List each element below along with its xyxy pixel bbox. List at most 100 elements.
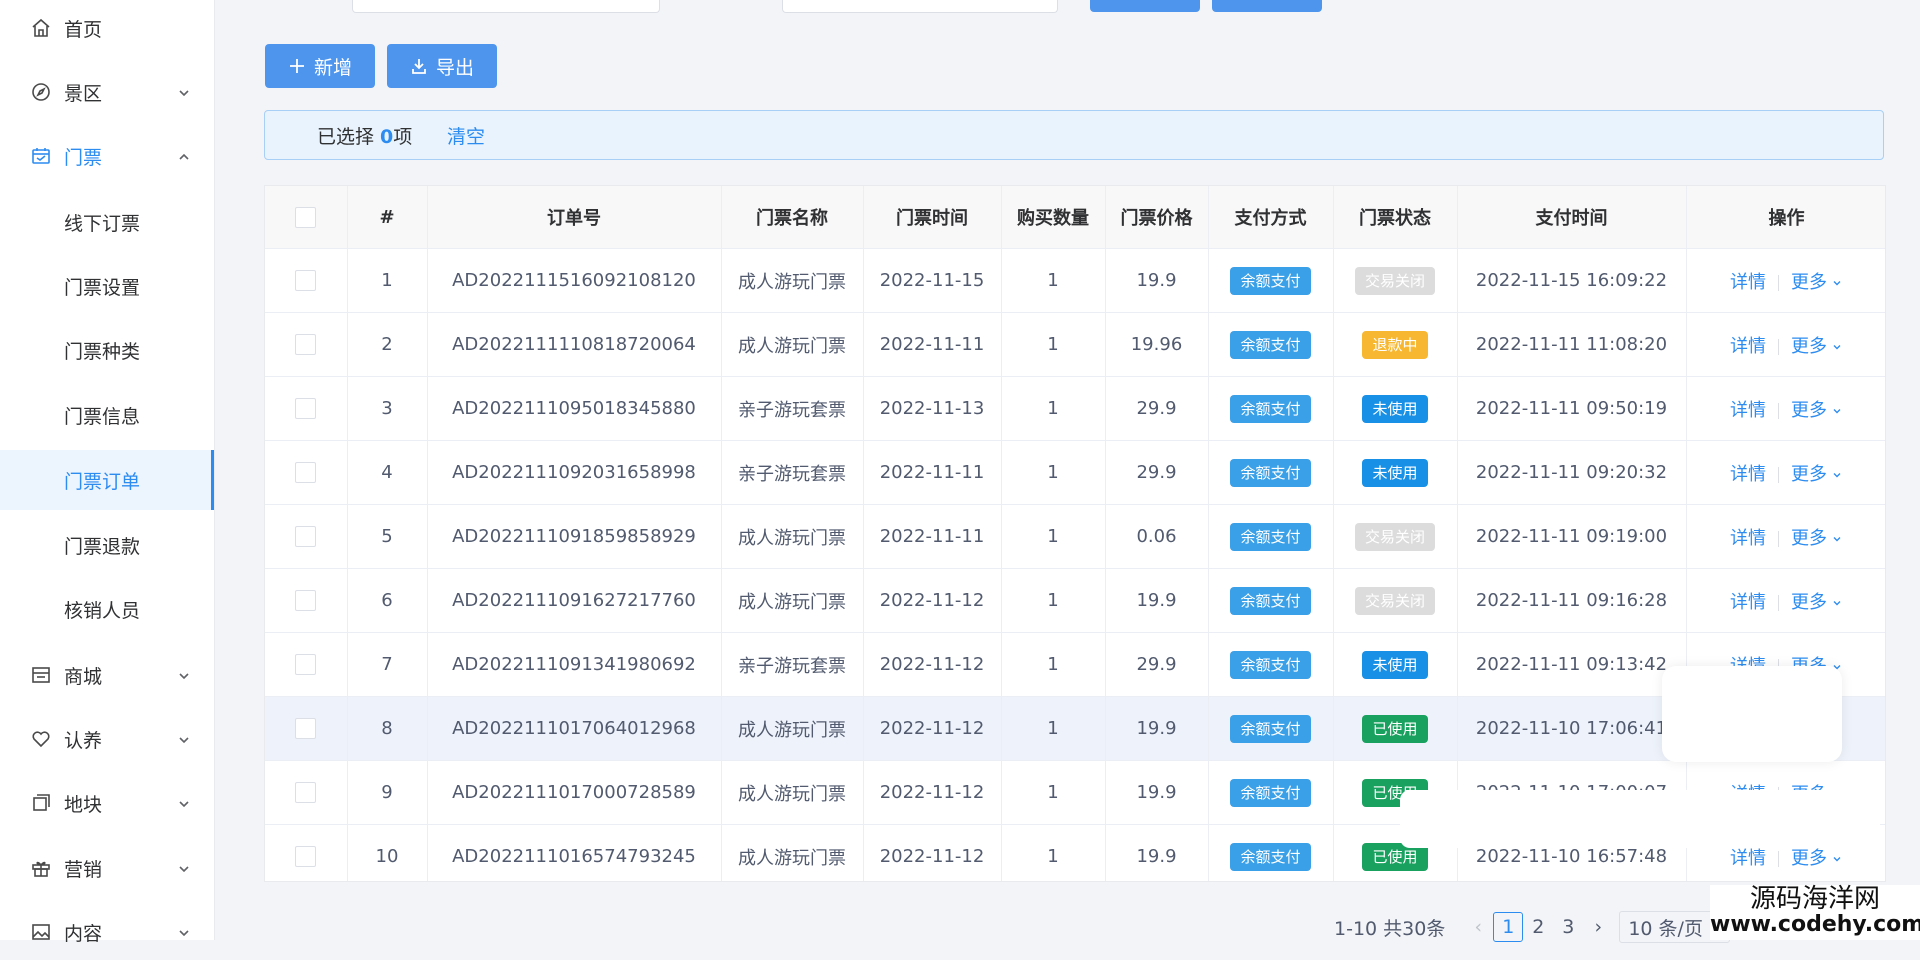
cell-name: 成人游玩门票 [721, 312, 864, 377]
sidebar-item-content[interactable]: 内容 [0, 904, 214, 960]
cell-op[interactable]: 详情 更多 [1686, 568, 1885, 633]
row-checkbox[interactable] [295, 590, 317, 612]
sidebar-subitem-ticket-refunds[interactable]: 门票退款 [0, 515, 214, 575]
row-checkbox[interactable] [295, 334, 317, 356]
cell-status: 交易关闭 [1333, 248, 1458, 313]
sidebar-item-home[interactable]: 首页 [0, 0, 214, 56]
detail-link[interactable]: 详情 [1730, 400, 1766, 421]
cell-select[interactable] [265, 760, 348, 825]
more-dropdown[interactable]: 更多 [1791, 528, 1843, 549]
more-dropdown[interactable]: 更多 [1791, 336, 1843, 357]
cell-select[interactable] [265, 824, 348, 881]
search-button[interactable] [1090, 0, 1200, 12]
sidebar-item-ticket[interactable]: 门票 [0, 128, 214, 184]
cell-op[interactable]: 详情 更多 [1686, 312, 1885, 377]
sidebar-subitem-ticket-types[interactable]: 门票种类 [0, 320, 214, 380]
row-checkbox[interactable] [295, 846, 317, 868]
sidebar-subitem-ticket-info[interactable]: 门票信息 [0, 385, 214, 445]
sidebar-subitem-label: 门票订单 [64, 470, 141, 493]
detail-link[interactable]: 详情 [1730, 592, 1766, 613]
cell-date: 2022-11-12 [863, 824, 1002, 881]
detail-link[interactable]: 详情 [1730, 464, 1766, 485]
cell-idx: 1 [347, 248, 428, 313]
more-dropdown[interactable]: 更多 [1791, 848, 1843, 869]
clear-selection-link[interactable]: 清空 [447, 122, 485, 149]
prev-page-button[interactable]: ‹ [1463, 912, 1493, 942]
reset-button[interactable] [1212, 0, 1322, 12]
detail-link[interactable]: 详情 [1730, 848, 1766, 869]
cell-op[interactable]: 详情 更多 [1686, 504, 1885, 569]
next-page-button[interactable]: › [1583, 912, 1613, 942]
cell-select[interactable] [265, 696, 348, 761]
chevron-down-icon [1833, 344, 1841, 349]
detail-link[interactable]: 详情 [1730, 528, 1766, 549]
table-row: 1 AD2022111516092108120 成人游玩门票 2022-11-15 1 1… [265, 248, 1885, 313]
row-checkbox[interactable] [295, 462, 317, 484]
cell-time: 2022-11-11 09:50:19 [1457, 376, 1687, 441]
sidebar-item-adopt[interactable]: 认养 [0, 711, 214, 767]
page-1[interactable]: 1 [1493, 912, 1524, 942]
filter-input[interactable] [352, 0, 660, 13]
sidebar-subitem-ticket-orders[interactable]: 门票订单 [0, 450, 214, 510]
detail-link[interactable]: 详情 [1730, 272, 1766, 293]
row-checkbox[interactable] [295, 270, 317, 292]
row-checkbox[interactable] [295, 654, 317, 676]
column-header: 支付方式 [1208, 186, 1334, 249]
select-all-checkbox[interactable] [295, 206, 317, 228]
sidebar-item-scenic[interactable]: 景区 [0, 64, 214, 120]
select-all-checkbox-cell[interactable] [265, 186, 348, 249]
add-button[interactable]: 新增 [265, 44, 375, 88]
row-checkbox[interactable] [295, 782, 317, 804]
cell-date: 2022-11-12 [863, 760, 1002, 825]
page-2[interactable]: 2 [1523, 912, 1553, 942]
row-checkbox[interactable] [295, 526, 317, 548]
sidebar-subitem-offline-booking[interactable]: 线下订票 [0, 192, 214, 252]
cell-name: 成人游玩门票 [721, 824, 864, 881]
ticket-status-tag: 未使用 [1362, 458, 1428, 487]
cell-op[interactable]: 详情 更多 [1686, 248, 1885, 313]
more-dropdown[interactable]: 更多 [1791, 272, 1843, 293]
more-dropdown[interactable]: 更多 [1791, 592, 1843, 613]
page-3[interactable]: 3 [1553, 912, 1583, 942]
watermark-name: 源码海洋网 [1749, 884, 1880, 914]
sidebar-item-land[interactable]: 地块 [0, 775, 214, 831]
cell-select[interactable] [265, 632, 348, 697]
heart-icon [30, 728, 52, 750]
cell-select[interactable] [265, 312, 348, 377]
cell-pay: 余额支付 [1208, 248, 1334, 313]
cell-select[interactable] [265, 440, 348, 505]
cell-select[interactable] [265, 568, 348, 633]
cell-order: AD2022111091859858929 [427, 504, 722, 569]
watermark: 源码海洋网 www.codehy.com [1710, 885, 1920, 940]
cell-pay: 余额支付 [1208, 760, 1334, 825]
divider [1778, 530, 1779, 547]
sidebar-item-marketing[interactable]: 营销 [0, 840, 214, 896]
cell-op[interactable]: 详情 更多 [1686, 440, 1885, 505]
sidebar-subitem-verifiers[interactable]: 核销人员 [0, 579, 214, 639]
selection-bar: 已选择 0项 清空 [264, 110, 1884, 160]
detail-link[interactable]: 详情 [1730, 336, 1766, 357]
sidebar-subitem-ticket-settings[interactable]: 门票设置 [0, 256, 214, 316]
cell-date: 2022-11-11 [863, 312, 1002, 377]
sidebar-item-shop[interactable]: 商城 [0, 647, 214, 703]
cell-select[interactable] [265, 248, 348, 313]
cell-status: 未使用 [1333, 440, 1458, 505]
cell-idx: 4 [347, 440, 428, 505]
filter-input[interactable] [782, 0, 1058, 13]
row-actions: 详情 更多 [1730, 336, 1843, 357]
ticket-status-tag: 已使用 [1362, 714, 1428, 743]
add-button-label: 新增 [313, 56, 352, 79]
cell-idx: 3 [347, 376, 428, 441]
row-checkbox[interactable] [295, 718, 317, 740]
column-header: # [347, 186, 428, 249]
cell-op[interactable]: 详情 更多 [1686, 376, 1885, 441]
cell-qty: 1 [1001, 824, 1106, 881]
row-checkbox[interactable] [295, 398, 317, 420]
export-button[interactable]: 导出 [387, 44, 497, 88]
cell-select[interactable] [265, 504, 348, 569]
more-dropdown[interactable]: 更多 [1791, 464, 1843, 485]
payment-method-tag: 余额支付 [1230, 650, 1311, 679]
cell-select[interactable] [265, 376, 348, 441]
more-dropdown[interactable]: 更多 [1791, 400, 1843, 421]
cell-time: 2022-11-11 11:08:20 [1457, 312, 1687, 377]
